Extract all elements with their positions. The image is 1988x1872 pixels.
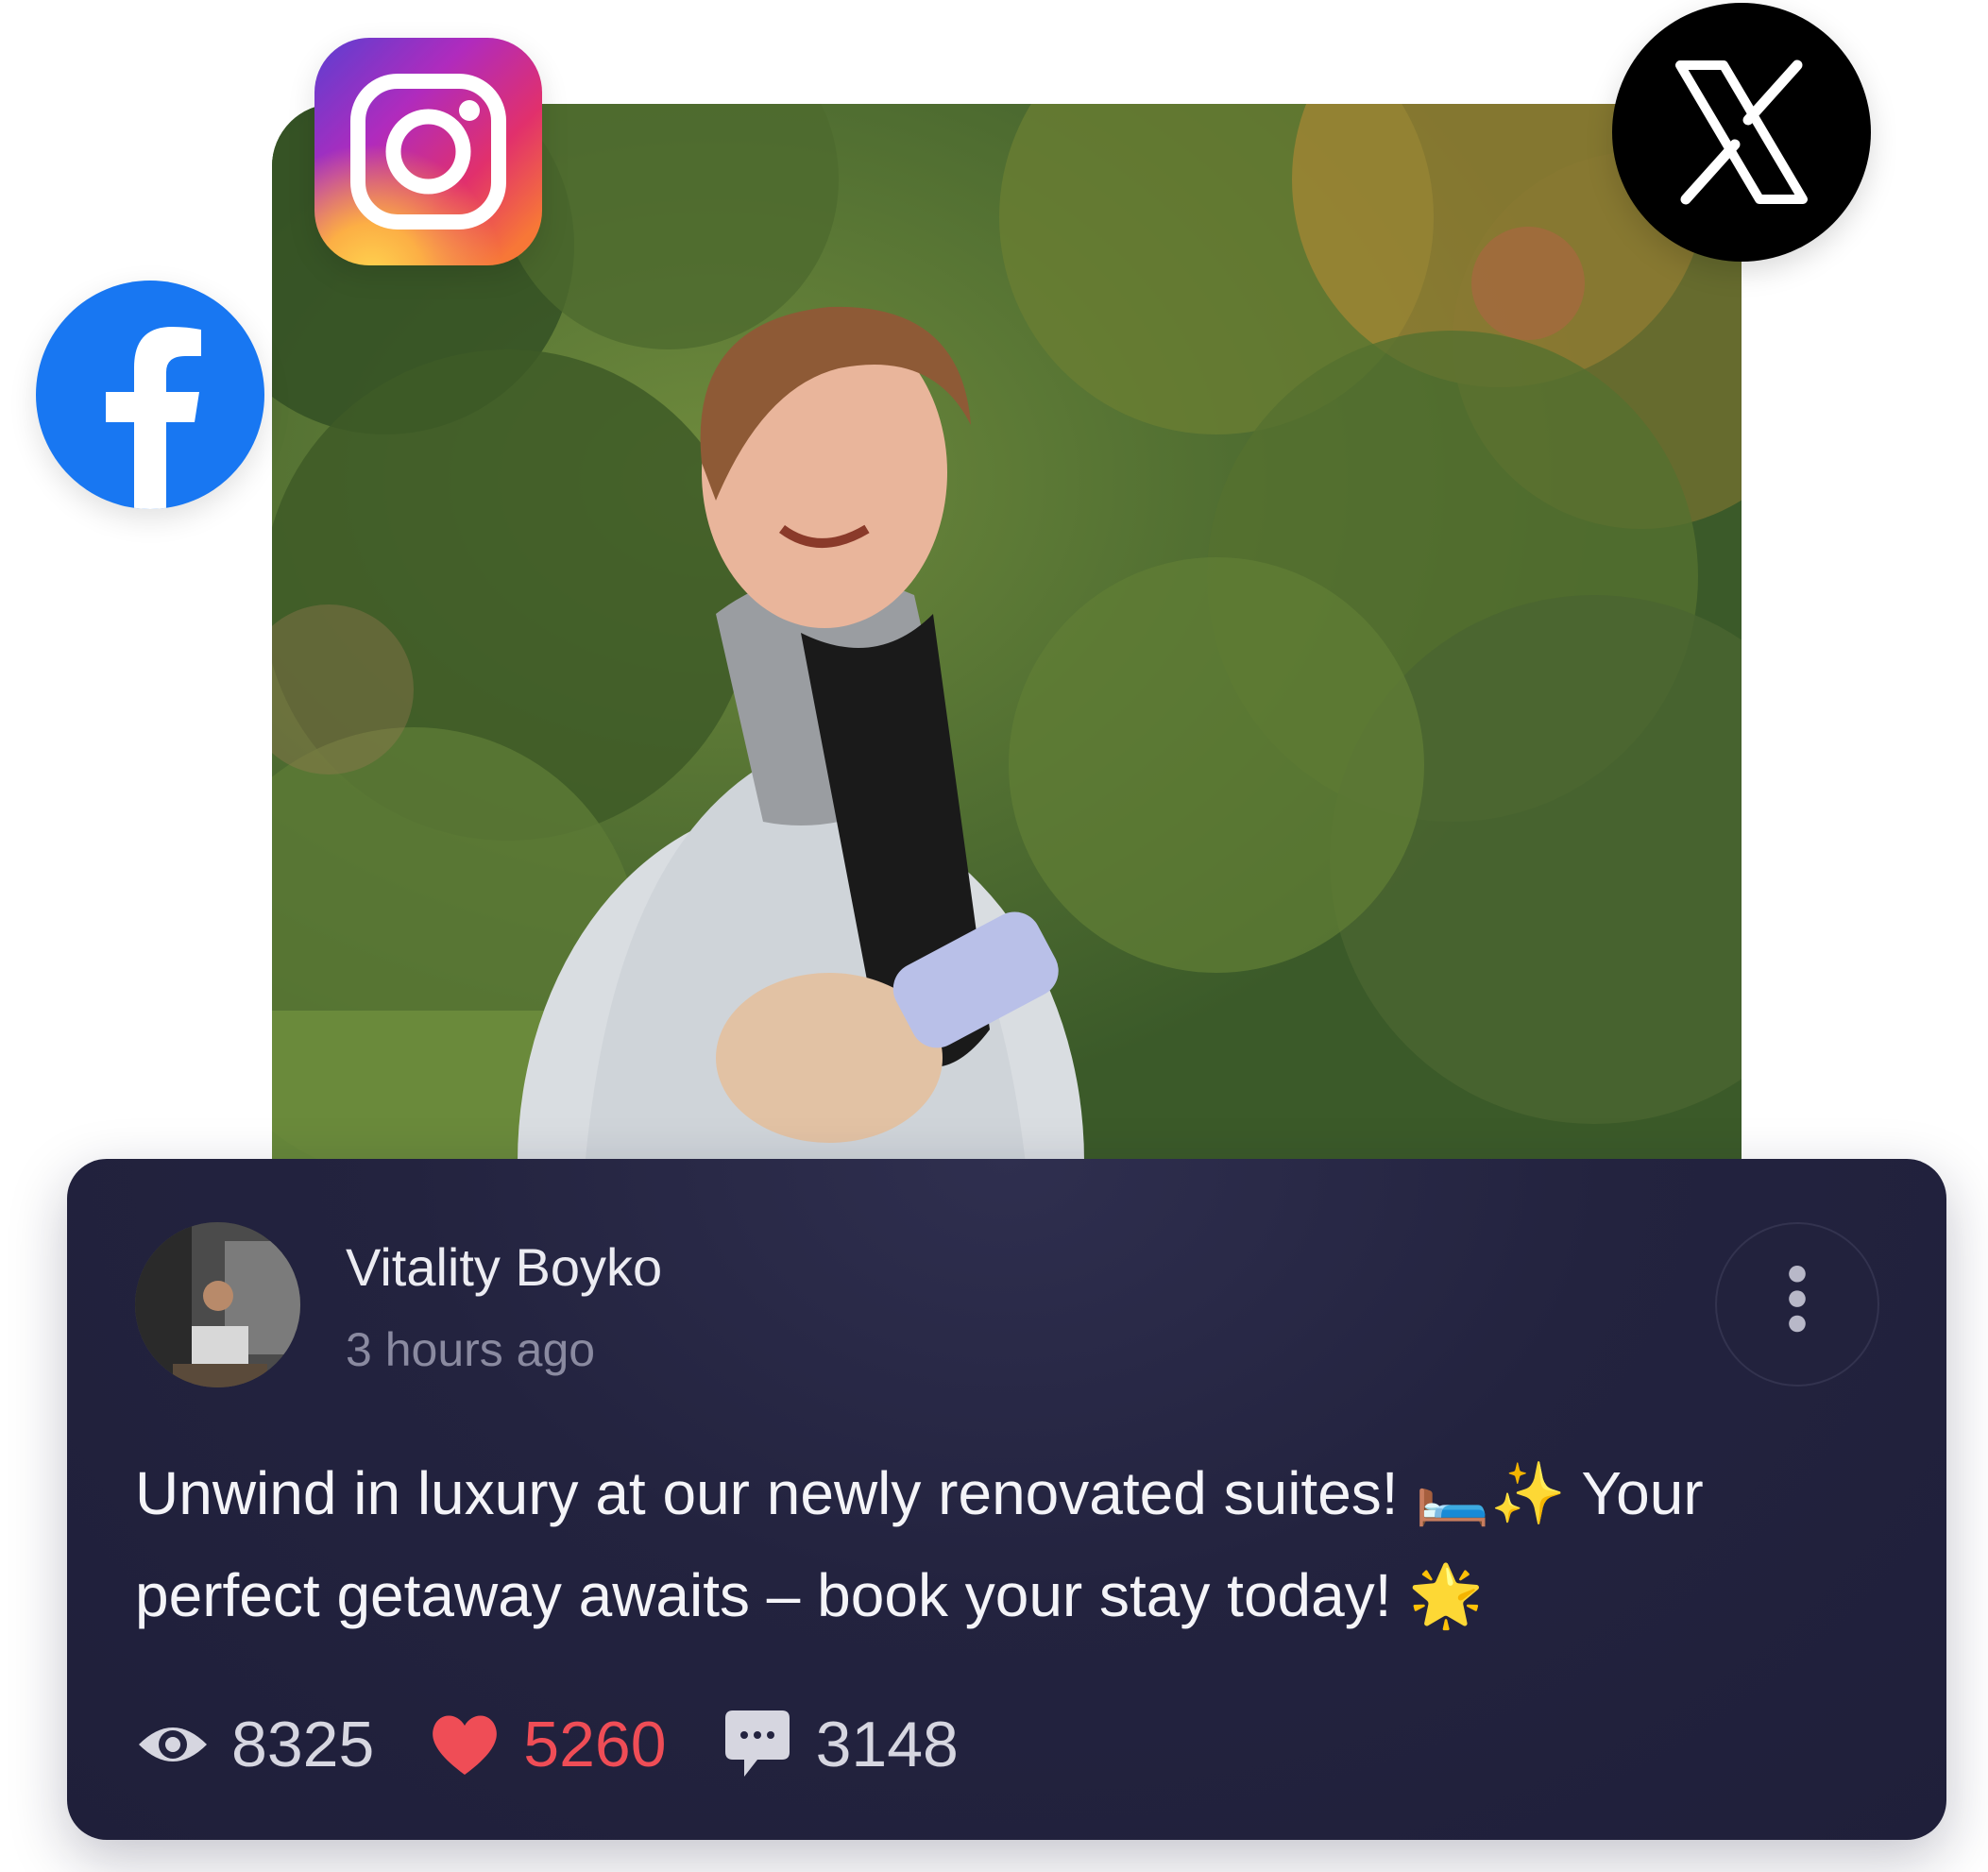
likes-stat[interactable]: 5260 — [427, 1707, 667, 1782]
author-avatar[interactable] — [135, 1222, 300, 1387]
comments-count: 3148 — [815, 1709, 959, 1780]
author-name[interactable]: Vitality Boyko — [346, 1236, 662, 1299]
views-count: 8325 — [231, 1709, 375, 1780]
x-icon[interactable] — [1612, 3, 1871, 262]
post-stats: 8325 5260 3148 — [135, 1697, 1011, 1792]
post-photo-illustration — [272, 104, 1742, 1181]
post-timestamp: 3 hours ago — [346, 1323, 596, 1376]
comment-bubble-icon[interactable] — [720, 1707, 795, 1782]
eye-icon — [135, 1707, 211, 1782]
views-stat: 8325 — [135, 1707, 374, 1782]
more-options-button[interactable] — [1715, 1222, 1879, 1387]
post-card: Vitality Boyko 3 hours ago Unwind in lux… — [67, 1159, 1946, 1840]
post-text: Unwind in luxury at our newly renovated … — [135, 1459, 1704, 1629]
more-vertical-icon — [1789, 1265, 1806, 1333]
likes-count: 5260 — [523, 1709, 667, 1780]
heart-icon[interactable] — [427, 1707, 502, 1782]
facebook-icon[interactable] — [36, 281, 264, 509]
comments-stat[interactable]: 3148 — [720, 1707, 959, 1782]
social-post-widget: Vitality Boyko 3 hours ago Unwind in lux… — [0, 0, 1988, 1872]
post-photo[interactable] — [272, 104, 1742, 1181]
instagram-icon[interactable] — [314, 38, 542, 265]
